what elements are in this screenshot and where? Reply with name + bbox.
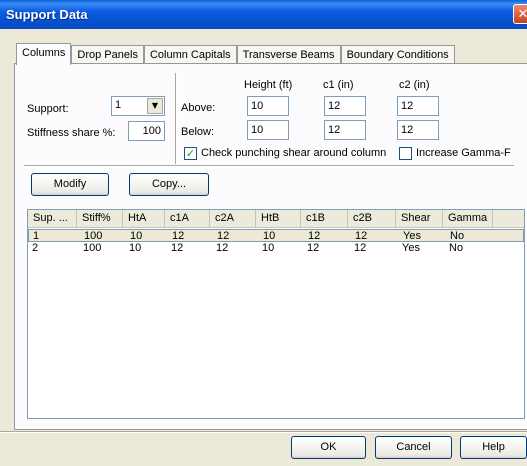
table-cell: Yes [402, 242, 420, 254]
column-header[interactable]: c1A [165, 210, 210, 227]
title-bar[interactable]: Support Data ✕ [0, 0, 527, 29]
tab-column-capitals[interactable]: Column Capitals [143, 45, 237, 64]
chevron-down-icon[interactable]: ▼ [147, 98, 163, 114]
tab-drop-panels[interactable]: Drop Panels [71, 45, 144, 64]
above-c1-input[interactable]: 12 [324, 96, 366, 116]
footer-separator [0, 431, 527, 433]
below-height-input[interactable]: 10 [247, 120, 289, 140]
column-header[interactable]: Gamma [443, 210, 493, 227]
table-cell: No [449, 242, 464, 254]
column-header[interactable]: HtB [256, 210, 301, 227]
close-icon[interactable]: ✕ [513, 4, 527, 24]
support-label: Support: [27, 103, 69, 115]
table-row[interactable]: 1 100 10 12 12 10 12 12 Yes No [28, 229, 524, 242]
cancel-button[interactable]: Cancel [375, 436, 452, 459]
column-header[interactable]: HtA [123, 210, 165, 227]
tab-strip: Columns Drop Panels Column Capitals Tran… [16, 43, 455, 65]
window-title: Support Data [6, 7, 88, 22]
above-label: Above: [181, 102, 216, 114]
below-c2-input[interactable]: 12 [397, 120, 439, 140]
c1-header: c1 (in) [323, 79, 354, 91]
above-height-input[interactable]: 10 [247, 96, 289, 116]
table-cell: 2 [32, 242, 39, 254]
table-cell: 12 [354, 242, 367, 254]
height-header: Height (ft) [244, 79, 293, 91]
ok-button[interactable]: OK [291, 436, 366, 459]
table-header: Sup. ... Stiff% HtA c1A c2A HtB c1B c2B … [28, 210, 524, 228]
table-cell: 10 [129, 242, 142, 254]
above-c2-input[interactable]: 12 [397, 96, 439, 116]
below-c1-input[interactable]: 12 [324, 120, 366, 140]
column-header[interactable]: Stiff% [77, 210, 123, 227]
support-dropdown[interactable]: 1 ▼ [111, 96, 165, 116]
tab-columns[interactable]: Columns [16, 43, 72, 65]
column-header[interactable]: c2A [210, 210, 256, 227]
tab-boundary-conditions[interactable]: Boundary Conditions [340, 45, 455, 64]
increase-gamma-checkbox[interactable] [399, 147, 412, 160]
column-header[interactable]: Sup. ... [28, 210, 77, 227]
stiffness-label: Stiffness share %: [27, 127, 116, 139]
table-cell: 100 [83, 242, 102, 254]
below-label: Below: [181, 126, 215, 138]
horizontal-divider [24, 165, 514, 167]
punching-shear-label: Check punching shear around column [201, 147, 387, 159]
column-header[interactable]: c1B [301, 210, 348, 227]
stiffness-input[interactable]: 100 [128, 121, 165, 141]
help-button[interactable]: Help [460, 436, 527, 459]
vertical-divider [175, 73, 177, 164]
modify-button[interactable]: Modify [31, 173, 109, 196]
table-cell: 12 [171, 242, 184, 254]
punching-shear-checkbox[interactable]: ✓ [184, 147, 197, 160]
table-row[interactable]: 2 100 10 12 12 10 12 12 Yes No [28, 242, 524, 255]
column-header[interactable]: Shear [396, 210, 443, 227]
copy-button[interactable]: Copy... [129, 173, 209, 196]
tab-transverse-beams[interactable]: Transverse Beams [236, 45, 341, 64]
c2-header: c2 (in) [399, 79, 430, 91]
support-value: 1 [115, 99, 122, 111]
support-data-dialog: Support Data ✕ Columns Drop Panels Colum… [0, 0, 527, 466]
table-cell: 10 [262, 242, 275, 254]
table-cell: 12 [216, 242, 229, 254]
increase-gamma-label: Increase Gamma-F [416, 147, 511, 159]
supports-table[interactable]: Sup. ... Stiff% HtA c1A c2A HtB c1B c2B … [27, 209, 525, 419]
column-header[interactable]: c2B [348, 210, 396, 227]
table-cell: 12 [307, 242, 320, 254]
